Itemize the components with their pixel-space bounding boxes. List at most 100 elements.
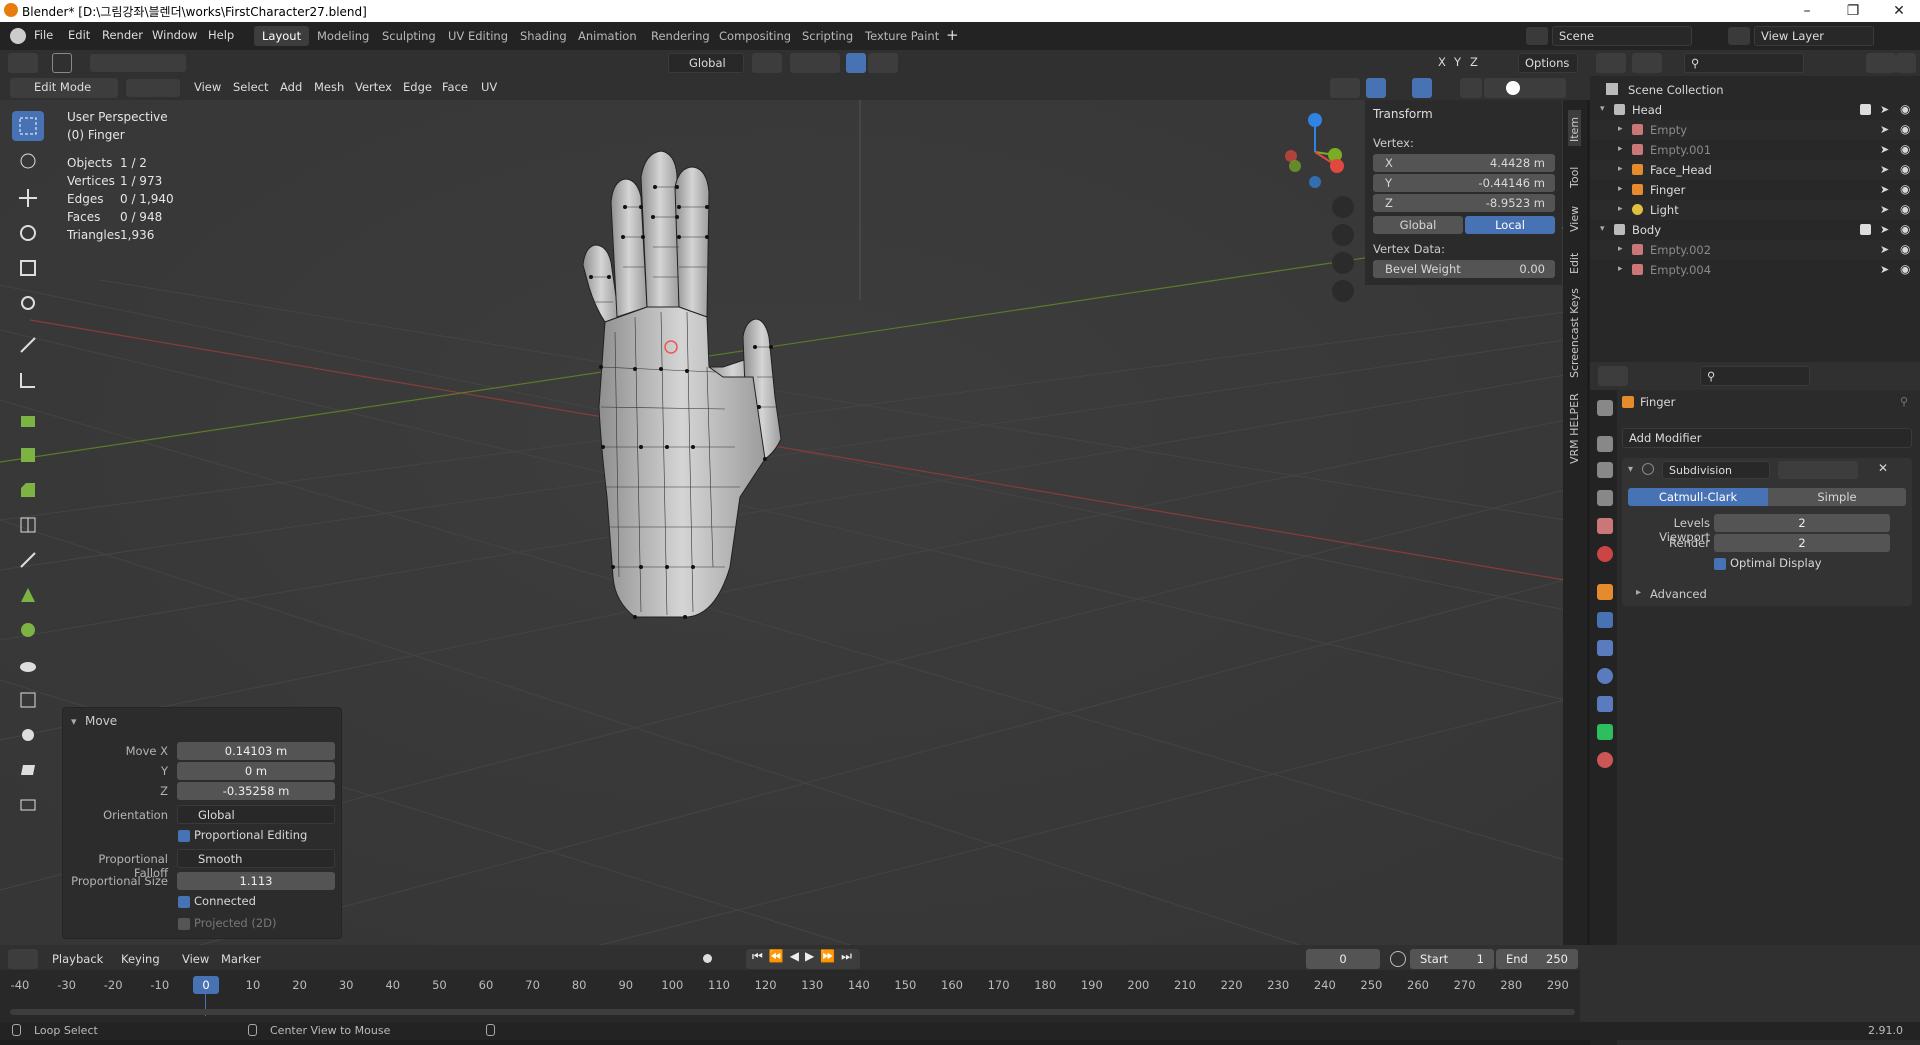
xray-icon[interactable] bbox=[1460, 78, 1482, 98]
visibility-eye-icon[interactable]: ◉ bbox=[1900, 242, 1910, 256]
properties-editor-icon[interactable] bbox=[1598, 366, 1628, 386]
physics-tab-icon[interactable] bbox=[1597, 668, 1613, 684]
outliner-search-input[interactable]: ⚲ bbox=[1684, 53, 1804, 73]
selectable-icon[interactable]: ➤ bbox=[1880, 183, 1889, 196]
orientation-dropdown[interactable]: Global bbox=[177, 805, 335, 824]
scale-tool-icon[interactable] bbox=[12, 253, 44, 283]
tab-shading[interactable]: Shading bbox=[512, 26, 575, 46]
expand-arrow-icon[interactable]: ▸ bbox=[1618, 184, 1623, 194]
pan-hand-icon[interactable] bbox=[1332, 224, 1354, 246]
selectable-icon[interactable]: ➤ bbox=[1880, 243, 1889, 256]
expand-arrow-icon[interactable]: ▸ bbox=[1618, 204, 1623, 214]
modifier-collapse-icon[interactable]: ▾ bbox=[1628, 464, 1633, 475]
local-toggle[interactable]: Local bbox=[1465, 216, 1555, 234]
selectable-icon[interactable]: ➤ bbox=[1880, 143, 1889, 156]
menu-add[interactable]: Add bbox=[280, 80, 302, 94]
loop-cut-tool-icon[interactable] bbox=[12, 510, 44, 540]
visibility-icon[interactable] bbox=[1330, 78, 1360, 98]
axis-x-toggle[interactable]: X bbox=[1438, 55, 1446, 69]
smooth-tool-icon[interactable] bbox=[12, 650, 44, 680]
outliner-row[interactable]: ▾ Head ➤ ◉ bbox=[1590, 100, 1920, 120]
scene-tab-icon[interactable] bbox=[1597, 518, 1613, 534]
visibility-eye-icon[interactable]: ◉ bbox=[1900, 122, 1910, 136]
element-select-icons[interactable] bbox=[126, 79, 180, 97]
render-levels-field[interactable]: 2 bbox=[1714, 534, 1890, 552]
size-field[interactable]: 1.113 bbox=[177, 872, 335, 890]
tab-edit[interactable]: Edit bbox=[1568, 238, 1581, 274]
filter-icon[interactable] bbox=[1866, 53, 1896, 73]
pin-icon[interactable]: ⚲ bbox=[1900, 395, 1908, 408]
pivot-point-icon[interactable] bbox=[752, 53, 782, 73]
visibility-eye-icon[interactable]: ◉ bbox=[1900, 262, 1910, 276]
menu-edge[interactable]: Edge bbox=[403, 80, 432, 94]
proportional-editing-icon[interactable] bbox=[846, 53, 866, 73]
start-frame-field[interactable]: Start 1 bbox=[1410, 949, 1494, 969]
display-mode-icon[interactable] bbox=[1632, 53, 1662, 73]
selectable-icon[interactable]: ➤ bbox=[1880, 123, 1889, 136]
simple-tab[interactable]: Simple bbox=[1768, 488, 1906, 506]
render-tab-icon[interactable] bbox=[1597, 436, 1613, 452]
scene-selector-icon[interactable] bbox=[1526, 27, 1548, 45]
tab-tool[interactable]: Tool bbox=[1568, 152, 1581, 188]
tab-rendering[interactable]: Rendering bbox=[643, 26, 718, 46]
view-layer-tab-icon[interactable] bbox=[1597, 490, 1613, 506]
blender-menu-icon[interactable] bbox=[10, 28, 26, 44]
tab-vrm-helper[interactable]: VRM HELPER bbox=[1568, 384, 1581, 464]
close-icon[interactable]: ✕ bbox=[1876, 0, 1920, 22]
expand-arrow-icon[interactable]: ▾ bbox=[1600, 104, 1605, 114]
playback-controls[interactable]: ⏮⏪◀▶⏩⏭ bbox=[746, 949, 860, 969]
menu-mesh[interactable]: Mesh bbox=[314, 80, 344, 94]
modifier-tab-icon[interactable] bbox=[1597, 612, 1613, 628]
bevel-tool-icon[interactable] bbox=[12, 475, 44, 505]
options-dropdown[interactable]: Options bbox=[1518, 53, 1578, 73]
particles-tab-icon[interactable] bbox=[1597, 640, 1613, 656]
expand-arrow-icon[interactable]: ▾ bbox=[1600, 224, 1605, 234]
visibility-eye-icon[interactable]: ◉ bbox=[1900, 202, 1910, 216]
outliner-row[interactable]: ▸ Empty ➤ ◉ bbox=[1590, 120, 1920, 140]
menu-select[interactable]: Select bbox=[233, 80, 268, 94]
vertex-z-field[interactable]: Z -8.9523 m bbox=[1373, 194, 1555, 212]
menu-help[interactable]: Help bbox=[208, 28, 234, 42]
transform-section-title[interactable]: Transform bbox=[1373, 107, 1433, 121]
outliner-row[interactable]: ▸ Light ➤ ◉ bbox=[1590, 200, 1920, 220]
expand-arrow-icon[interactable]: ▸ bbox=[1618, 244, 1623, 254]
falloff-icon[interactable] bbox=[868, 53, 898, 73]
axis-z-toggle[interactable]: Z bbox=[1470, 55, 1478, 69]
proportional-editing-checkbox[interactable] bbox=[178, 830, 190, 842]
inset-tool-icon[interactable] bbox=[12, 440, 44, 470]
menu-edit[interactable]: Edit bbox=[68, 28, 90, 42]
modifier-remove-icon[interactable]: ✕ bbox=[1878, 461, 1888, 475]
timeline-scrollbar[interactable] bbox=[10, 1009, 1575, 1015]
bevel-weight-field[interactable]: Bevel Weight 0.00 bbox=[1373, 260, 1555, 278]
timeline-menu-keying[interactable]: Keying bbox=[121, 952, 160, 966]
record-icon[interactable] bbox=[703, 954, 712, 963]
axis-y-toggle[interactable]: Y bbox=[1454, 55, 1461, 69]
edge-slide-tool-icon[interactable] bbox=[12, 685, 44, 715]
catmull-clark-tab[interactable]: Catmull-Clark bbox=[1628, 488, 1768, 506]
tab-sculpting[interactable]: Sculpting bbox=[374, 26, 444, 46]
timeline-menu-playback[interactable]: Playback bbox=[52, 952, 103, 966]
overlay-icon[interactable] bbox=[1412, 78, 1432, 98]
connected-checkbox[interactable] bbox=[178, 896, 190, 908]
add-modifier-dropdown[interactable]: Add Modifier bbox=[1622, 428, 1912, 448]
editor-type-icon[interactable] bbox=[8, 53, 38, 73]
outliner-row[interactable]: ▸ Empty.002 ➤ ◉ bbox=[1590, 240, 1920, 260]
new-collection-icon[interactable] bbox=[1896, 53, 1916, 73]
menu-vertex[interactable]: Vertex bbox=[355, 80, 392, 94]
projected-checkbox[interactable] bbox=[178, 918, 190, 930]
vertex-x-field[interactable]: X 4.4428 m bbox=[1373, 154, 1555, 172]
tool-tab-icon[interactable] bbox=[1597, 400, 1613, 416]
tab-compositing[interactable]: Compositing bbox=[711, 26, 799, 46]
zoom-icon[interactable] bbox=[1332, 196, 1354, 218]
tab-modeling[interactable]: Modeling bbox=[309, 26, 377, 46]
select-box-tool-icon[interactable] bbox=[12, 111, 44, 141]
shear-tool-icon[interactable] bbox=[12, 755, 44, 785]
rip-tool-icon[interactable] bbox=[12, 790, 44, 820]
clock-icon[interactable] bbox=[1390, 951, 1406, 967]
playhead[interactable]: 0 bbox=[193, 976, 219, 994]
measure-tool-icon[interactable] bbox=[12, 365, 44, 395]
expand-arrow-icon[interactable]: ▸ bbox=[1618, 264, 1623, 274]
ortho-grid-icon[interactable] bbox=[1332, 280, 1354, 302]
current-frame-field[interactable]: 0 bbox=[1306, 949, 1380, 969]
outliner-row[interactable]: ▸ Empty.004 ➤ ◉ bbox=[1590, 260, 1920, 280]
